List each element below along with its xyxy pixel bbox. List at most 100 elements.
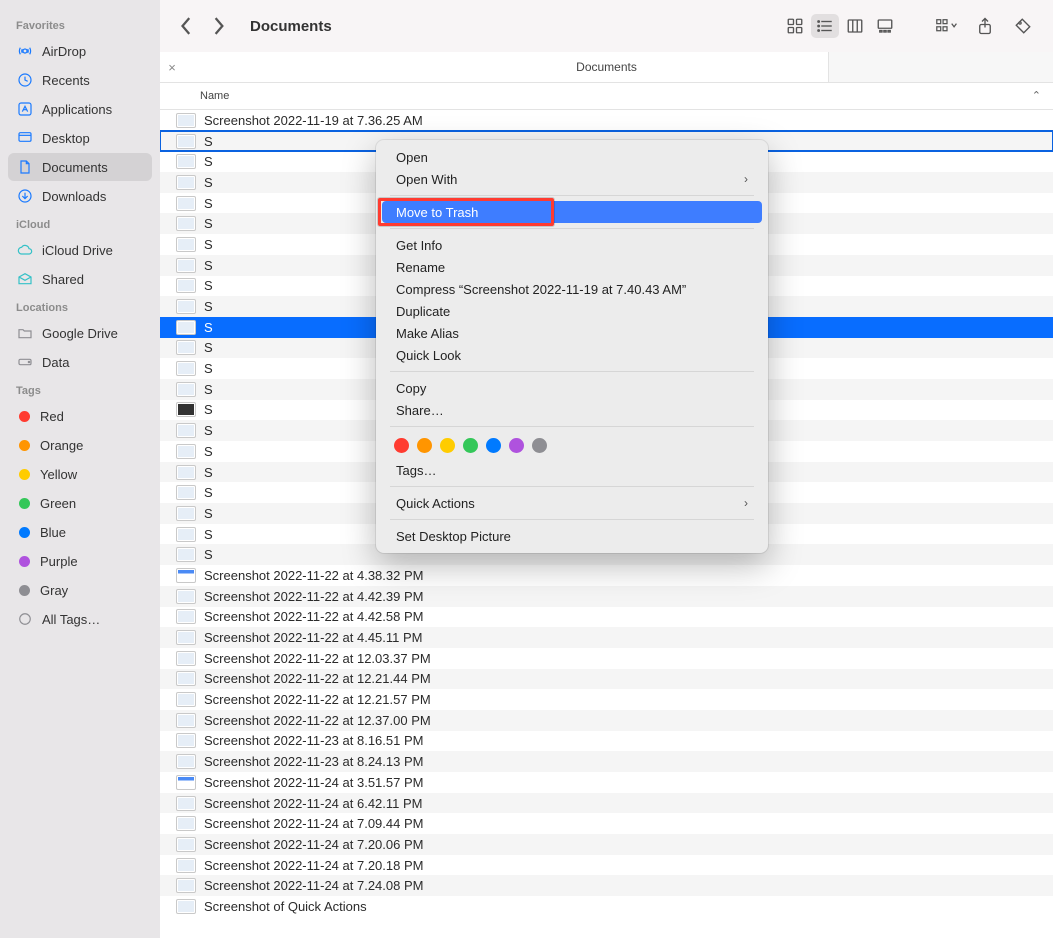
file-name: S bbox=[204, 402, 213, 417]
column-header-name: Name bbox=[200, 90, 229, 102]
sidebar-item-label: Data bbox=[42, 355, 69, 370]
context-rename[interactable]: Rename bbox=[382, 256, 762, 278]
file-row[interactable]: Screenshot of Quick Actions bbox=[160, 896, 1053, 917]
file-thumbnail-icon bbox=[176, 154, 196, 169]
context-separator bbox=[390, 228, 754, 229]
file-row[interactable]: Screenshot 2022-11-24 at 7.20.06 PM bbox=[160, 834, 1053, 855]
sidebar-item-icloud-drive[interactable]: iCloud Drive bbox=[8, 236, 152, 264]
column-header[interactable]: Name ⌃ bbox=[160, 83, 1053, 110]
folder-icon bbox=[16, 324, 34, 342]
context-move-to-trash[interactable]: Move to Trash bbox=[382, 201, 762, 223]
context-tag-color[interactable] bbox=[440, 438, 455, 453]
context-tag-color[interactable] bbox=[417, 438, 432, 453]
file-thumbnail-icon bbox=[176, 299, 196, 314]
context-tag-colors bbox=[382, 432, 762, 459]
file-thumbnail-icon bbox=[176, 402, 196, 417]
file-thumbnail-icon bbox=[176, 733, 196, 748]
context-tag-color[interactable] bbox=[486, 438, 501, 453]
file-name: Screenshot 2022-11-23 at 8.24.13 PM bbox=[204, 754, 423, 769]
group-by-button[interactable] bbox=[933, 14, 961, 38]
file-name: Screenshot 2022-11-22 at 12.03.37 PM bbox=[204, 651, 431, 666]
sidebar-item-all-tags[interactable]: All Tags… bbox=[8, 605, 152, 633]
file-row[interactable]: Screenshot 2022-11-22 at 4.45.11 PM bbox=[160, 627, 1053, 648]
file-row[interactable]: Screenshot 2022-11-24 at 7.09.44 PM bbox=[160, 813, 1053, 834]
tag-dot-icon bbox=[19, 469, 30, 480]
sidebar-item-applications[interactable]: Applications bbox=[8, 95, 152, 123]
context-menu: Open Open With› Move to Trash Get Info R… bbox=[376, 140, 768, 553]
view-mode-group bbox=[781, 14, 899, 38]
share-button[interactable] bbox=[971, 14, 999, 38]
file-row[interactable]: Screenshot 2022-11-24 at 7.24.08 PM bbox=[160, 875, 1053, 896]
file-row[interactable]: Screenshot 2022-11-22 at 4.42.39 PM bbox=[160, 586, 1053, 607]
context-compress[interactable]: Compress “Screenshot 2022-11-19 at 7.40.… bbox=[382, 278, 762, 300]
view-gallery-button[interactable] bbox=[871, 14, 899, 38]
sidebar-item-label: Google Drive bbox=[42, 326, 118, 341]
context-quick-look[interactable]: Quick Look bbox=[382, 344, 762, 366]
sidebar-item-airdrop[interactable]: AirDrop bbox=[8, 37, 152, 65]
sidebar-item-red[interactable]: Red bbox=[8, 402, 152, 430]
file-thumbnail-icon bbox=[176, 320, 196, 335]
file-row[interactable]: Screenshot 2022-11-24 at 3.51.57 PM bbox=[160, 772, 1053, 793]
sidebar-item-recents[interactable]: Recents bbox=[8, 66, 152, 94]
sidebar-item-purple[interactable]: Purple bbox=[8, 547, 152, 575]
file-row[interactable]: Screenshot 2022-11-19 at 7.36.25 AM bbox=[160, 110, 1053, 131]
view-list-button[interactable] bbox=[811, 14, 839, 38]
context-get-info[interactable]: Get Info bbox=[382, 234, 762, 256]
file-row[interactable]: Screenshot 2022-11-23 at 8.24.13 PM bbox=[160, 751, 1053, 772]
context-open-with[interactable]: Open With› bbox=[382, 168, 762, 190]
file-row[interactable]: Screenshot 2022-11-22 at 12.21.57 PM bbox=[160, 689, 1053, 710]
back-button[interactable] bbox=[176, 15, 198, 37]
context-tag-color[interactable] bbox=[509, 438, 524, 453]
sidebar-item-label: Red bbox=[40, 409, 64, 424]
sidebar-item-yellow[interactable]: Yellow bbox=[8, 460, 152, 488]
file-row[interactable]: Screenshot 2022-11-22 at 12.03.37 PM bbox=[160, 648, 1053, 669]
sidebar-item-desktop[interactable]: Desktop bbox=[8, 124, 152, 152]
file-row[interactable]: Screenshot 2022-11-22 at 12.37.00 PM bbox=[160, 710, 1053, 731]
forward-button[interactable] bbox=[208, 15, 230, 37]
file-name: S bbox=[204, 175, 213, 190]
pathbar-close-button[interactable]: × bbox=[160, 60, 184, 75]
context-copy[interactable]: Copy bbox=[382, 377, 762, 399]
context-duplicate[interactable]: Duplicate bbox=[382, 300, 762, 322]
cloud-icon bbox=[16, 241, 34, 259]
context-tags[interactable]: Tags… bbox=[382, 459, 762, 481]
file-thumbnail-icon bbox=[176, 816, 196, 831]
sidebar-item-downloads[interactable]: Downloads bbox=[8, 182, 152, 210]
app-icon bbox=[16, 100, 34, 118]
tags-button[interactable] bbox=[1009, 14, 1037, 38]
sidebar-item-shared[interactable]: Shared bbox=[8, 265, 152, 293]
sidebar-item-google-drive[interactable]: Google Drive bbox=[8, 319, 152, 347]
context-set-desktop-picture[interactable]: Set Desktop Picture bbox=[382, 525, 762, 547]
file-thumbnail-icon bbox=[176, 361, 196, 376]
sidebar-item-label: Yellow bbox=[40, 467, 77, 482]
file-row[interactable]: Screenshot 2022-11-22 at 4.38.32 PM bbox=[160, 565, 1053, 586]
sort-ascending-icon: ⌃ bbox=[1032, 89, 1041, 102]
context-share[interactable]: Share… bbox=[382, 399, 762, 421]
pathbar-tab-new[interactable] bbox=[828, 52, 1053, 82]
sidebar-item-documents[interactable]: Documents bbox=[8, 153, 152, 181]
file-row[interactable]: Screenshot 2022-11-24 at 7.20.18 PM bbox=[160, 855, 1053, 876]
context-tag-color[interactable] bbox=[532, 438, 547, 453]
sidebar-item-orange[interactable]: Orange bbox=[8, 431, 152, 459]
context-tag-color[interactable] bbox=[394, 438, 409, 453]
sidebar-item-blue[interactable]: Blue bbox=[8, 518, 152, 546]
file-row[interactable]: Screenshot 2022-11-22 at 12.21.44 PM bbox=[160, 669, 1053, 690]
view-columns-button[interactable] bbox=[841, 14, 869, 38]
sidebar-item-data[interactable]: Data bbox=[8, 348, 152, 376]
view-icons-button[interactable] bbox=[781, 14, 809, 38]
breadcrumb[interactable]: Documents bbox=[576, 60, 637, 74]
file-row[interactable]: Screenshot 2022-11-22 at 4.42.58 PM bbox=[160, 607, 1053, 628]
sidebar-item-label: Shared bbox=[42, 272, 84, 287]
sidebar-item-green[interactable]: Green bbox=[8, 489, 152, 517]
context-tag-color[interactable] bbox=[463, 438, 478, 453]
file-name: S bbox=[204, 196, 213, 211]
sidebar-item-gray[interactable]: Gray bbox=[8, 576, 152, 604]
file-thumbnail-icon bbox=[176, 609, 196, 624]
context-quick-actions[interactable]: Quick Actions› bbox=[382, 492, 762, 514]
file-name: Screenshot 2022-11-19 at 7.36.25 AM bbox=[204, 113, 423, 128]
file-row[interactable]: Screenshot 2022-11-24 at 6.42.11 PM bbox=[160, 793, 1053, 814]
context-open[interactable]: Open bbox=[382, 146, 762, 168]
file-row[interactable]: Screenshot 2022-11-23 at 8.16.51 PM bbox=[160, 731, 1053, 752]
context-make-alias[interactable]: Make Alias bbox=[382, 322, 762, 344]
tag-dot-icon bbox=[19, 411, 30, 422]
